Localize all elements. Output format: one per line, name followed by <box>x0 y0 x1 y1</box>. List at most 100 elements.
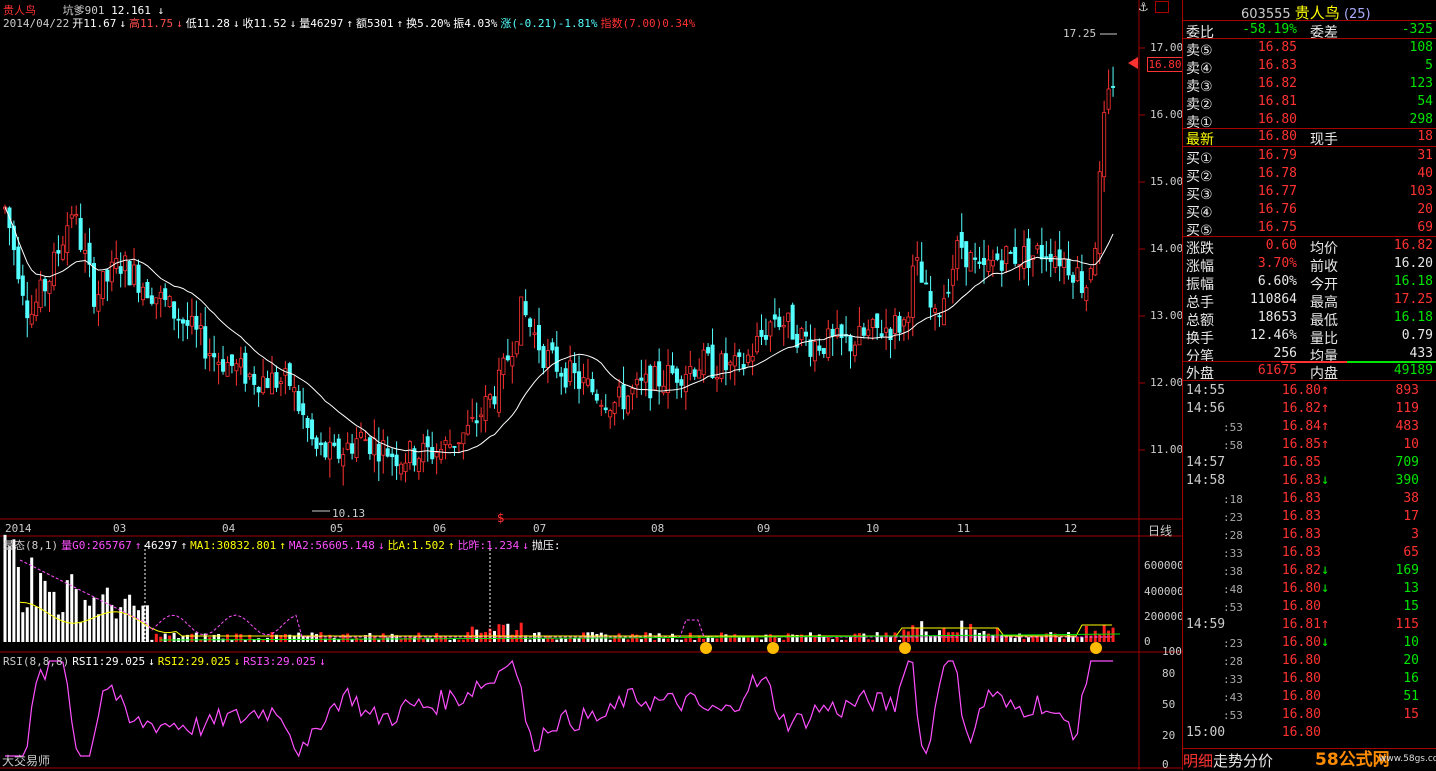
volume-bar <box>1075 636 1079 642</box>
candle-body <box>345 442 350 450</box>
candle-body <box>706 347 711 354</box>
volume-bar <box>381 633 385 642</box>
volume-bar <box>831 639 835 642</box>
tick-row[interactable]: :18 16.83 38 <box>1183 490 1436 508</box>
tick-row[interactable]: :48 16.80 ↓ 13 <box>1183 580 1436 598</box>
tick-row[interactable]: :33 16.83 65 <box>1183 544 1436 562</box>
candle-body <box>772 314 777 320</box>
candle-body <box>60 244 65 260</box>
rsi-tick-label: 20 <box>1162 729 1176 742</box>
candle-body <box>715 376 720 380</box>
candle-body <box>403 462 408 473</box>
candle-body <box>132 264 137 285</box>
stat-row-value2: 16.20 <box>1393 256 1433 271</box>
candle-body <box>1013 246 1018 264</box>
tab-detail[interactable]: 明细 <box>1183 752 1213 770</box>
candle-body <box>617 386 622 398</box>
rsi-indicator-item: ↓ <box>233 655 241 668</box>
candle-body <box>265 378 270 388</box>
period-label[interactable]: 日线 <box>1148 522 1172 539</box>
volume-bar <box>297 632 301 642</box>
tick-row[interactable]: :23 16.80 ↓ 10 <box>1183 634 1436 652</box>
candle-body <box>92 263 97 307</box>
tick-volume: 15 <box>1403 707 1419 722</box>
tick-row[interactable]: :38 16.82 ↓ 169 <box>1183 562 1436 580</box>
tick-row[interactable]: :53 16.80 15 <box>1183 706 1436 724</box>
volume-bar <box>506 623 510 642</box>
window-icon[interactable] <box>1155 1 1169 13</box>
tick-row[interactable]: 14:59 16.81 ↑ 115 <box>1183 616 1436 634</box>
candle-body <box>323 442 328 458</box>
candle-body <box>594 393 599 401</box>
candle-body <box>786 312 791 322</box>
candle-body <box>354 438 359 459</box>
candle-body <box>519 296 524 346</box>
volume-bar <box>675 639 679 642</box>
bid-row: 买② 16.78 40 <box>1183 165 1436 185</box>
volume-bar <box>564 638 568 642</box>
bid-row-value2: 31 <box>1417 148 1433 163</box>
candle-body <box>69 214 74 219</box>
tick-row[interactable]: :53 16.80 15 <box>1183 598 1436 616</box>
tick-volume: 20 <box>1403 653 1419 668</box>
candle-body <box>1071 274 1076 283</box>
candle-body <box>20 275 25 296</box>
tick-time: :23 <box>1223 511 1243 524</box>
volume-bar <box>92 597 96 642</box>
volume-bar <box>168 635 172 642</box>
candle-body <box>697 369 702 379</box>
tick-row[interactable]: 14:55 16.80 ↑ 893 <box>1183 382 1436 400</box>
tick-row[interactable]: :28 16.83 3 <box>1183 526 1436 544</box>
signal-dot <box>899 642 911 654</box>
tick-row[interactable]: 14:58 16.83 ↓ 390 <box>1183 472 1436 490</box>
ohlc-item: 换5.20% <box>406 17 451 30</box>
candle-body <box>34 301 39 317</box>
candle-body <box>523 301 528 316</box>
candle-body <box>581 377 586 384</box>
tick-row[interactable]: 15:00 16.80 <box>1183 724 1436 742</box>
volume-bar <box>639 639 643 642</box>
candle-body <box>728 361 733 366</box>
tick-row[interactable]: 14:57 16.85 709 <box>1183 454 1436 472</box>
tick-row[interactable]: :33 16.80 16 <box>1183 670 1436 688</box>
candle-body <box>608 410 613 418</box>
candle-body <box>968 252 973 272</box>
candle-body <box>189 315 194 327</box>
candle-body <box>180 319 185 324</box>
tab-price-dist[interactable]: 分价 <box>1243 752 1273 770</box>
tick-price: 16.80 <box>1281 725 1321 740</box>
tick-row[interactable]: :53 16.84 ↑ 483 <box>1183 418 1436 436</box>
candle-body <box>910 265 915 318</box>
tab-trend[interactable]: 走势 <box>1213 752 1243 770</box>
stat-row-value2: 0.79 <box>1401 328 1433 343</box>
bid-row-value: 16.76 <box>1257 202 1297 217</box>
candle-body <box>274 372 279 388</box>
ask-row-value2: 108 <box>1409 40 1433 55</box>
candle-body <box>43 278 48 292</box>
candle-body <box>185 320 190 326</box>
candle-body <box>447 444 452 448</box>
bid-row-value2: 40 <box>1417 166 1433 181</box>
candle-body <box>505 355 510 361</box>
candle-body <box>1022 246 1027 269</box>
volume-bar <box>34 606 38 642</box>
tick-row[interactable]: :58 16.85 ↑ 10 <box>1183 436 1436 454</box>
volume-bar <box>257 638 261 642</box>
tick-time: :33 <box>1223 673 1243 686</box>
price-tick-label: 11.00 <box>1150 443 1184 456</box>
down-arrow-icon: ↓ <box>1321 562 1330 578</box>
time-label: 04 <box>222 522 236 535</box>
tick-time: :43 <box>1223 691 1243 704</box>
volume-bar <box>359 639 363 642</box>
tick-row[interactable]: :28 16.80 20 <box>1183 652 1436 670</box>
tick-row[interactable]: :43 16.80 51 <box>1183 688 1436 706</box>
candle-body <box>1093 248 1098 276</box>
volume-bar <box>702 638 706 642</box>
anchor-icon[interactable]: ⚓ <box>1138 0 1149 14</box>
candle-body <box>839 324 844 338</box>
tick-row[interactable]: :23 16.83 17 <box>1183 508 1436 526</box>
tick-row[interactable]: 14:56 16.82 ↑ 119 <box>1183 400 1436 418</box>
rsi-indicator-item: RSI3:29.025 <box>243 655 317 668</box>
candle-body <box>919 261 924 283</box>
volume-bar <box>283 634 287 642</box>
